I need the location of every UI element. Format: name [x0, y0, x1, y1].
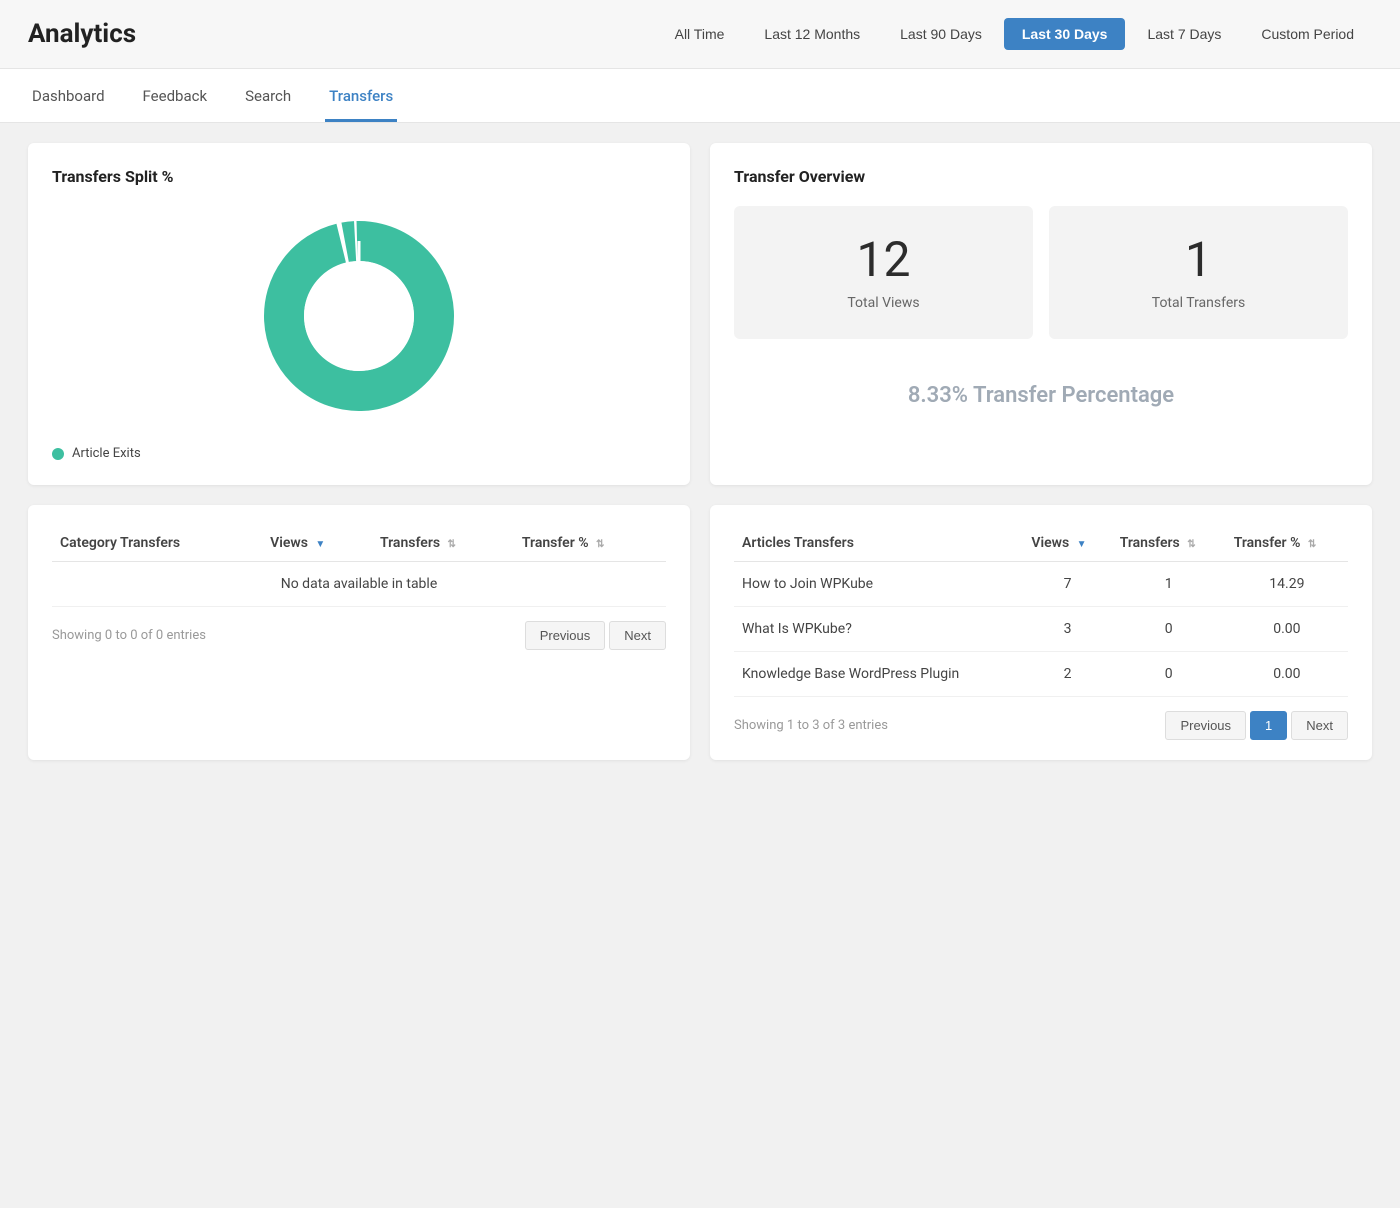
donut-chart-container [52, 206, 666, 426]
article-views-sort-icon: ▼ [1077, 539, 1087, 550]
category-previous-btn[interactable]: Previous [525, 621, 606, 650]
period-nav: All Time Last 12 Months Last 90 Days Las… [657, 18, 1372, 50]
table-row: What Is WPKube? 3 0 0.00 [734, 607, 1348, 652]
period-last-90-days[interactable]: Last 90 Days [882, 18, 1000, 50]
tab-transfers[interactable]: Transfers [325, 69, 397, 122]
table-row: No data available in table [52, 562, 666, 607]
tab-feedback[interactable]: Feedback [139, 69, 212, 122]
total-views-label: Total Views [754, 295, 1013, 311]
col-article-transfer-pct[interactable]: Transfer % ⇅ [1226, 525, 1348, 562]
category-table-footer: Showing 0 to 0 of 0 entries Previous Nex… [52, 621, 666, 650]
total-views-number: 12 [754, 234, 1013, 287]
article-name: What Is WPKube? [734, 607, 1023, 652]
col-category-transfers[interactable]: Transfers ⇅ [372, 525, 514, 562]
col-article-transfers[interactable]: Transfers ⇅ [1112, 525, 1226, 562]
article-name: How to Join WPKube [734, 562, 1023, 607]
article-name: Knowledge Base WordPress Plugin [734, 652, 1023, 697]
articles-table-footer: Showing 1 to 3 of 3 entries Previous 1 N… [734, 711, 1348, 740]
article-transfers: 1 [1112, 562, 1226, 607]
total-transfers-number: 1 [1069, 234, 1328, 287]
articles-entries-info: Showing 1 to 3 of 3 entries [734, 718, 888, 733]
top-row: Transfers Split % Article Exits Transfer… [28, 143, 1372, 485]
total-views-box: 12 Total Views [734, 206, 1033, 339]
col-category-name: Category Transfers [52, 525, 262, 562]
overview-stats: 12 Total Views 1 Total Transfers [734, 206, 1348, 339]
article-transfers: 0 [1112, 652, 1226, 697]
article-views: 2 [1023, 652, 1111, 697]
col-article-name: Articles Transfers [734, 525, 1023, 562]
category-pagination: Previous Next [525, 621, 666, 650]
category-entries-info: Showing 0 to 0 of 0 entries [52, 628, 206, 643]
total-transfers-box: 1 Total Transfers [1049, 206, 1348, 339]
article-transfer-pct: 14.29 [1226, 562, 1348, 607]
tab-search[interactable]: Search [241, 69, 295, 122]
bottom-row: Category Transfers Views ▼ Transfers ⇅ T… [28, 505, 1372, 760]
transfer-pct-sort-icon: ⇅ [596, 539, 604, 550]
main-content: Transfers Split % Article Exits Transfer… [0, 123, 1400, 780]
articles-page-1-btn[interactable]: 1 [1250, 711, 1287, 740]
col-category-transfer-pct[interactable]: Transfer % ⇅ [514, 525, 666, 562]
donut-legend: Article Exits [52, 446, 666, 461]
period-custom[interactable]: Custom Period [1243, 18, 1372, 50]
table-row: Knowledge Base WordPress Plugin 2 0 0.00 [734, 652, 1348, 697]
category-next-btn[interactable]: Next [609, 621, 666, 650]
period-all-time[interactable]: All Time [657, 18, 743, 50]
articles-transfers-section: Articles Transfers Views ▼ Transfers ⇅ T… [710, 505, 1372, 760]
articles-transfers-table: Articles Transfers Views ▼ Transfers ⇅ T… [734, 525, 1348, 697]
articles-previous-btn[interactable]: Previous [1165, 711, 1246, 740]
period-last-12-months[interactable]: Last 12 Months [746, 18, 878, 50]
article-transfer-pct: 0.00 [1226, 652, 1348, 697]
transfer-overview-card: Transfer Overview 12 Total Views 1 Total… [710, 143, 1372, 485]
article-transfers: 0 [1112, 607, 1226, 652]
transfer-percentage-text: 8.33% Transfer Percentage [734, 363, 1348, 428]
article-transfer-pct: 0.00 [1226, 607, 1348, 652]
transfers-split-title: Transfers Split % [52, 167, 666, 186]
donut-chart [249, 206, 469, 426]
legend-dot-article-exits [52, 448, 64, 460]
legend-label-article-exits: Article Exits [72, 446, 141, 461]
col-category-views[interactable]: Views ▼ [262, 525, 372, 562]
period-last-30-days[interactable]: Last 30 Days [1004, 18, 1126, 50]
article-transfer-pct-sort-icon: ⇅ [1308, 539, 1316, 550]
tabs-bar: Dashboard Feedback Search Transfers [0, 69, 1400, 123]
category-transfers-section: Category Transfers Views ▼ Transfers ⇅ T… [28, 505, 690, 760]
period-last-7-days[interactable]: Last 7 Days [1129, 18, 1239, 50]
articles-next-btn[interactable]: Next [1291, 711, 1348, 740]
transfers-sort-icon: ⇅ [448, 539, 456, 550]
tab-dashboard[interactable]: Dashboard [28, 69, 109, 122]
table-row: How to Join WPKube 7 1 14.29 [734, 562, 1348, 607]
article-views: 7 [1023, 562, 1111, 607]
article-transfers-sort-icon: ⇅ [1187, 539, 1195, 550]
category-transfers-table: Category Transfers Views ▼ Transfers ⇅ T… [52, 525, 666, 607]
views-sort-icon: ▼ [315, 539, 325, 550]
transfers-split-card: Transfers Split % Article Exits [28, 143, 690, 485]
top-bar: Analytics All Time Last 12 Months Last 9… [0, 0, 1400, 69]
no-data-text: No data available in table [52, 562, 666, 607]
app-title: Analytics [28, 19, 136, 49]
transfer-overview-title: Transfer Overview [734, 167, 1348, 186]
articles-pagination: Previous 1 Next [1165, 711, 1348, 740]
article-views: 3 [1023, 607, 1111, 652]
total-transfers-label: Total Transfers [1069, 295, 1328, 311]
col-article-views[interactable]: Views ▼ [1023, 525, 1111, 562]
